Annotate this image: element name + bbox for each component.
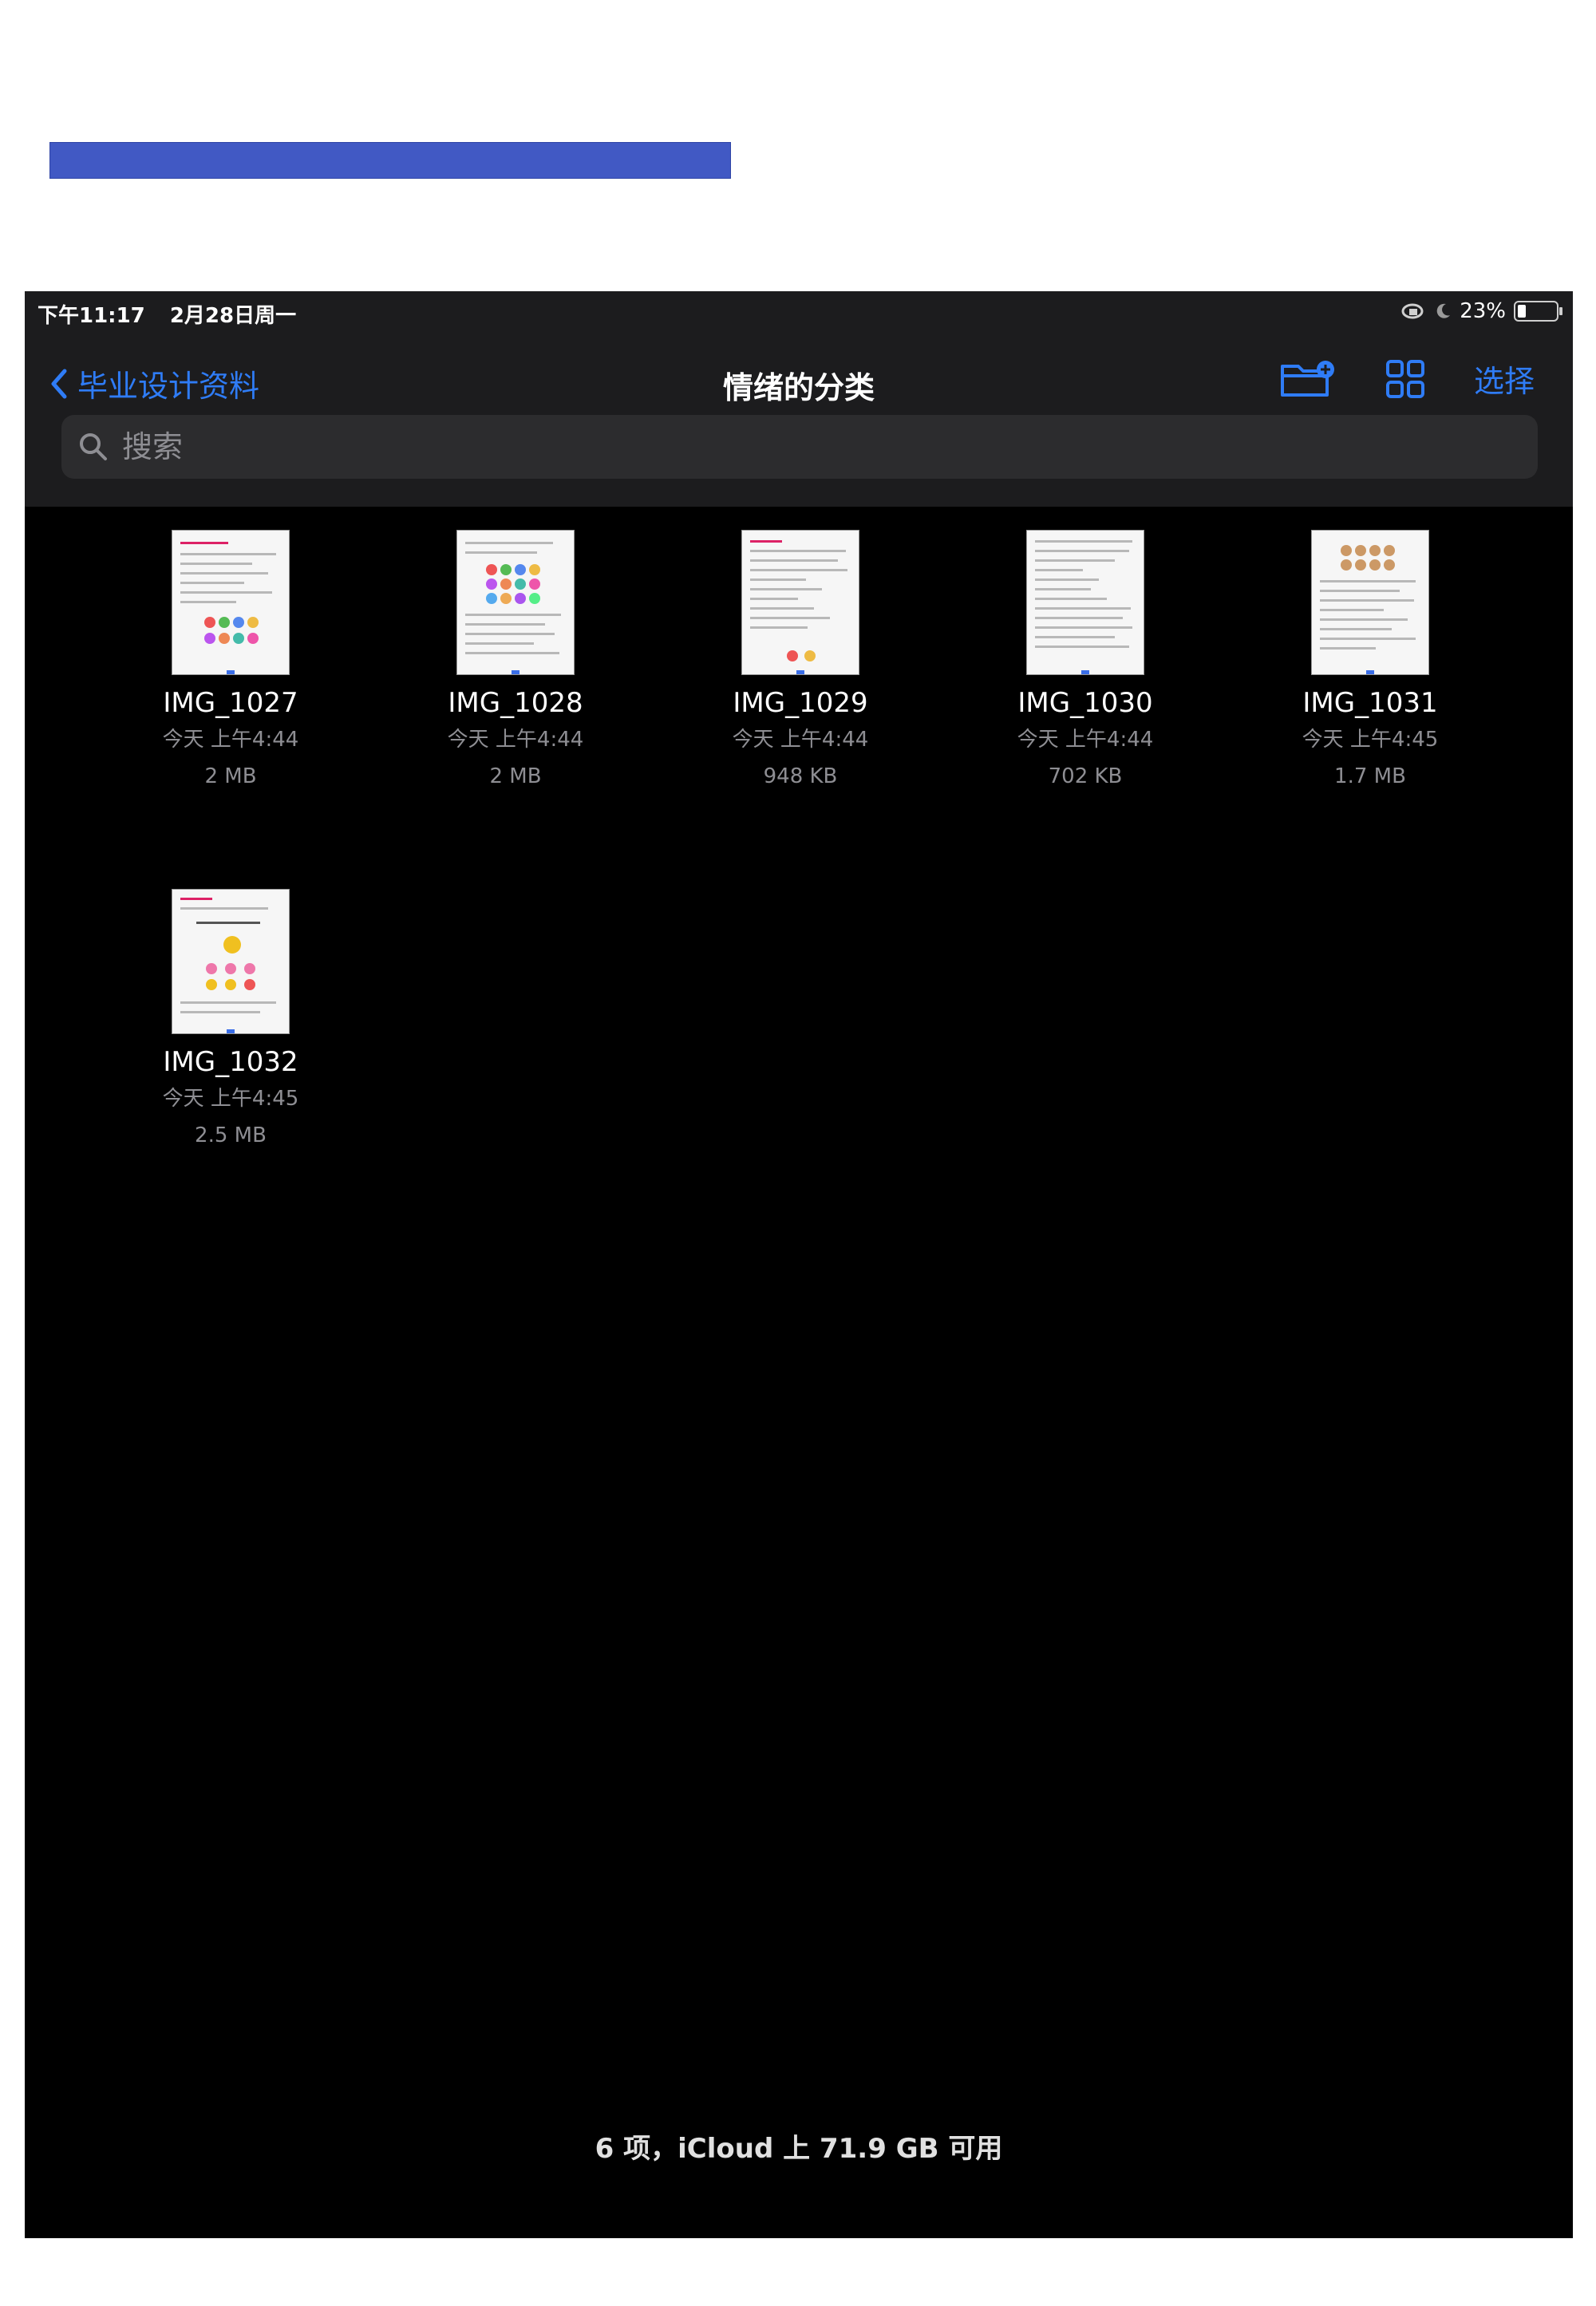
- file-name: IMG_1032: [163, 1046, 298, 1078]
- file-date: 今天 上午4:44: [162, 728, 299, 752]
- file-size: 948 KB: [763, 764, 838, 788]
- navigation-bar: 毕业设计资料 情绪的分类 选择: [25, 347, 1573, 411]
- status-left: 下午11:17 2月28日周一: [38, 299, 314, 329]
- header-banner: [49, 142, 731, 179]
- file-name: IMG_1031: [1302, 687, 1438, 719]
- file-name: IMG_1029: [733, 687, 868, 719]
- file-date: 今天 上午4:44: [447, 728, 584, 752]
- status-right: 23%: [1400, 299, 1562, 323]
- storage-summary: 6 项，iCloud 上 71.9 GB 可用: [595, 2133, 1003, 2165]
- status-date: 2月28日周一: [169, 304, 297, 328]
- file-name: IMG_1030: [1017, 687, 1153, 719]
- battery-percent: 23%: [1460, 299, 1506, 323]
- search-input[interactable]: [120, 428, 1480, 465]
- file-thumbnail: [172, 890, 289, 1033]
- file-size: 702 KB: [1048, 764, 1123, 788]
- file-item[interactable]: IMG_1027 今天 上午4:44 2 MB: [127, 531, 334, 792]
- file-size: 1.7 MB: [1334, 764, 1406, 788]
- new-folder-icon[interactable]: [1279, 358, 1337, 400]
- moon-icon: [1436, 303, 1451, 318]
- file-thumbnail: [1312, 531, 1428, 674]
- grid-view-icon[interactable]: [1385, 358, 1426, 400]
- battery-icon: [1514, 301, 1562, 322]
- file-name: IMG_1027: [163, 687, 298, 719]
- file-name: IMG_1028: [448, 687, 583, 719]
- search-bar[interactable]: [61, 415, 1538, 479]
- file-date: 今天 上午4:45: [162, 1087, 299, 1111]
- nav-actions: 选择: [1279, 357, 1535, 401]
- file-thumbnail: [457, 531, 574, 674]
- status-time: 下午11:17: [38, 304, 145, 328]
- file-size: 2.5 MB: [195, 1123, 267, 1147]
- search-icon: [80, 433, 107, 460]
- file-item[interactable]: IMG_1028 今天 上午4:44 2 MB: [412, 531, 619, 792]
- file-item[interactable]: IMG_1029 今天 上午4:44 948 KB: [697, 531, 904, 792]
- file-thumbnail: [742, 531, 859, 674]
- file-size: 2 MB: [489, 764, 542, 788]
- orientation-lock-icon: [1401, 303, 1424, 319]
- file-date: 今天 上午4:44: [732, 728, 869, 752]
- status-bar: 下午11:17 2月28日周一 23%: [25, 296, 1573, 328]
- file-thumbnail: [1027, 531, 1144, 674]
- select-button[interactable]: 选择: [1474, 357, 1535, 401]
- top-header: 下午11:17 2月28日周一 23% 毕业设计资料 情绪的分类 选择 搜索: [25, 291, 1573, 507]
- file-item[interactable]: IMG_1032 今天 上午4:45 2.5 MB: [127, 890, 334, 1151]
- file-item[interactable]: IMG_1030 今天 上午4:44 702 KB: [982, 531, 1189, 792]
- file-date: 今天 上午4:45: [1302, 728, 1439, 752]
- file-size: 2 MB: [204, 764, 257, 788]
- file-item[interactable]: IMG_1031 今天 上午4:45 1.7 MB: [1266, 531, 1474, 792]
- files-app-screen: 下午11:17 2月28日周一 23% 毕业设计资料 情绪的分类 选择 搜索 I…: [25, 291, 1573, 2238]
- file-thumbnail: [172, 531, 289, 674]
- file-date: 今天 上午4:44: [1017, 728, 1154, 752]
